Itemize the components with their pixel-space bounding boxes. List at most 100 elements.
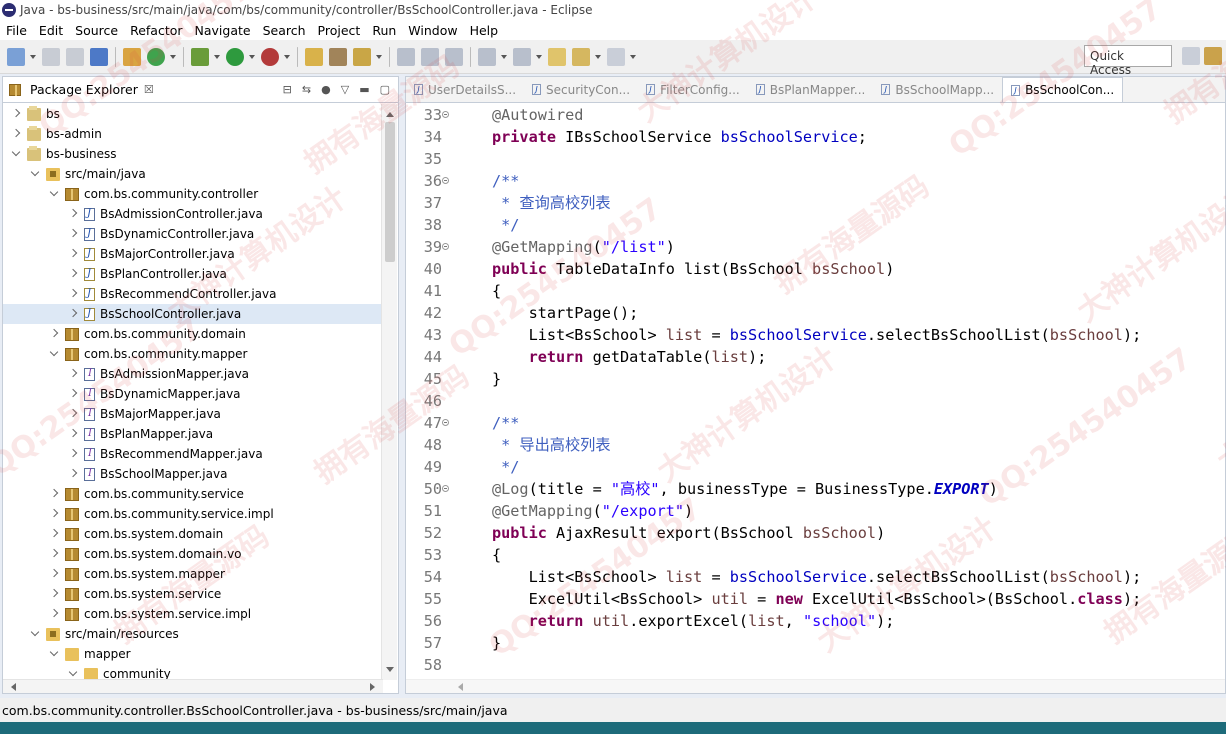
forward-icon[interactable] bbox=[607, 47, 625, 66]
chevron-right-icon[interactable] bbox=[49, 569, 59, 579]
console-icon[interactable] bbox=[90, 47, 108, 66]
menu-edit[interactable]: Edit bbox=[33, 23, 69, 38]
chevron-down-icon[interactable] bbox=[30, 629, 40, 639]
scroll-up-icon[interactable] bbox=[386, 108, 394, 117]
menu-help[interactable]: Help bbox=[464, 23, 505, 38]
code-line[interactable]: 38 */ bbox=[406, 214, 1225, 236]
build-icon[interactable] bbox=[123, 47, 141, 66]
code-area[interactable]: 33 @Autowired 34 private IBsSchoolService b… bbox=[406, 104, 1225, 680]
code-line[interactable]: 45} bbox=[406, 368, 1225, 390]
editor-tab[interactable]: J SecurityCon... bbox=[524, 77, 638, 102]
search-icon[interactable] bbox=[353, 47, 371, 66]
code-line[interactable]: 54 List<BsSchool> list = bsSchoolService… bbox=[406, 566, 1225, 588]
tree-item[interactable]: BsAdmissionController.java bbox=[3, 204, 383, 224]
code-line[interactable]: 55 ExcelUtil<BsSchool> util = new ExcelU… bbox=[406, 588, 1225, 610]
tree-item[interactable]: com.bs.system.service.impl bbox=[3, 604, 383, 624]
chevron-right-icon[interactable] bbox=[68, 449, 78, 459]
view-menu-icon[interactable]: ▽ bbox=[341, 83, 349, 96]
chevron-right-icon[interactable] bbox=[68, 369, 78, 379]
scroll-left-icon[interactable] bbox=[454, 683, 463, 691]
menu-file[interactable]: File bbox=[0, 23, 33, 38]
tree-item[interactable]: src/main/java bbox=[3, 164, 383, 184]
chevron-right-icon[interactable] bbox=[68, 469, 78, 479]
back-icon[interactable] bbox=[572, 47, 590, 66]
maximize-icon[interactable]: ▢ bbox=[380, 83, 390, 96]
code-line[interactable]: 44 return getDataTable(list); bbox=[406, 346, 1225, 368]
link-with-editor-icon[interactable]: ⇆ bbox=[302, 83, 311, 96]
code-line[interactable]: 49 */ bbox=[406, 456, 1225, 478]
tree-vertical-scrollbar[interactable] bbox=[381, 104, 397, 680]
chevron-down-icon[interactable] bbox=[49, 189, 59, 199]
menu-project[interactable]: Project bbox=[312, 23, 367, 38]
editor-tab[interactable]: J BsSchoolCon... bbox=[1002, 77, 1124, 102]
menu-window[interactable]: Window bbox=[402, 23, 463, 38]
forward-dropdown-icon[interactable] bbox=[630, 48, 637, 66]
tree-item[interactable]: BsRecommendController.java bbox=[3, 284, 383, 304]
code-line[interactable]: 53 { bbox=[406, 544, 1225, 566]
menu-refactor[interactable]: Refactor bbox=[124, 23, 188, 38]
chevron-down-icon[interactable] bbox=[49, 349, 59, 359]
next-edit-dropdown-icon[interactable] bbox=[501, 48, 508, 66]
menu-navigate[interactable]: Navigate bbox=[189, 23, 257, 38]
menu-run[interactable]: Run bbox=[366, 23, 402, 38]
minimize-icon[interactable]: ▬ bbox=[359, 83, 369, 96]
tree-item[interactable]: BsRecommendMapper.java bbox=[3, 444, 383, 464]
code-line[interactable]: 46 bbox=[406, 390, 1225, 412]
menu-source[interactable]: Source bbox=[69, 23, 124, 38]
java-perspective-icon[interactable] bbox=[1204, 47, 1222, 65]
run-icon[interactable] bbox=[226, 47, 244, 66]
chevron-right-icon[interactable] bbox=[49, 549, 59, 559]
code-line[interactable]: 57} bbox=[406, 632, 1225, 654]
code-line[interactable]: 41 { bbox=[406, 280, 1225, 302]
prev-edit-icon[interactable] bbox=[513, 47, 531, 66]
run-dropdown-icon[interactable] bbox=[249, 48, 256, 66]
editor-tab[interactable]: J BsSchoolMapp... bbox=[873, 77, 1002, 102]
chevron-right-icon[interactable] bbox=[49, 489, 59, 499]
code-line[interactable]: 58 bbox=[406, 654, 1225, 676]
tree-item[interactable]: com.bs.system.mapper bbox=[3, 564, 383, 584]
code-line[interactable]: 39 @GetMapping("/list") bbox=[406, 236, 1225, 258]
code-line[interactable]: 50 @Log(title = "高校", businessType = Busi… bbox=[406, 478, 1225, 500]
chevron-right-icon[interactable] bbox=[68, 429, 78, 439]
debug-dropdown-icon[interactable] bbox=[214, 48, 221, 66]
editor-tab[interactable]: J BsPlanMapper... bbox=[748, 77, 874, 102]
scroll-right-icon[interactable] bbox=[370, 683, 379, 691]
chevron-right-icon[interactable] bbox=[11, 129, 21, 139]
chevron-right-icon[interactable] bbox=[49, 329, 59, 339]
editor-tab[interactable]: J FilterConfig... bbox=[638, 77, 748, 102]
code-line[interactable]: 51 @GetMapping("/export") bbox=[406, 500, 1225, 522]
chevron-right-icon[interactable] bbox=[49, 589, 59, 599]
editor-horizontal-scrollbar[interactable] bbox=[406, 679, 1225, 693]
code-line[interactable]: 40 public TableDataInfo list(BsSchool bsS… bbox=[406, 258, 1225, 280]
code-line[interactable]: 37 * 查询高校列表 bbox=[406, 192, 1225, 214]
open-task-icon[interactable] bbox=[329, 47, 347, 66]
new-dropdown-icon[interactable] bbox=[30, 48, 37, 66]
chevron-right-icon[interactable] bbox=[68, 389, 78, 399]
chevron-right-icon[interactable] bbox=[11, 109, 21, 119]
tree-item[interactable]: BsSchoolMapper.java bbox=[3, 464, 383, 484]
tree-item[interactable]: com.bs.community.domain bbox=[3, 324, 383, 344]
chevron-right-icon[interactable] bbox=[68, 409, 78, 419]
toggle-mark-icon[interactable] bbox=[397, 47, 415, 66]
open-perspective-icon[interactable] bbox=[1182, 47, 1200, 65]
collapse-all-icon[interactable]: ⊟ bbox=[283, 83, 292, 96]
tree-item[interactable]: com.bs.system.service bbox=[3, 584, 383, 604]
code-line[interactable]: 56 return util.exportExcel(list, "school… bbox=[406, 610, 1225, 632]
tree-item[interactable]: bs-admin bbox=[3, 124, 383, 144]
package-explorer-tab[interactable]: Package Explorer ☒ ⊟ ⇆ ● ▽ ▬ ▢ bbox=[3, 77, 398, 103]
editor-tab[interactable]: J UserDetailsS... bbox=[406, 77, 524, 102]
chevron-right-icon[interactable] bbox=[68, 249, 78, 259]
next-annotation-icon[interactable] bbox=[421, 47, 439, 66]
chevron-right-icon[interactable] bbox=[68, 229, 78, 239]
focus-icon[interactable]: ● bbox=[321, 83, 331, 96]
scroll-thumb[interactable] bbox=[385, 122, 395, 262]
chevron-right-icon[interactable] bbox=[49, 529, 59, 539]
chevron-down-icon[interactable] bbox=[49, 649, 59, 659]
tree-item[interactable]: BsMajorMapper.java bbox=[3, 404, 383, 424]
tree-item[interactable]: com.bs.community.controller bbox=[3, 184, 383, 204]
prev-edit-dropdown-icon[interactable] bbox=[536, 48, 543, 66]
chevron-right-icon[interactable] bbox=[68, 269, 78, 279]
scroll-down-icon[interactable] bbox=[386, 667, 394, 676]
tree-item[interactable]: mapper bbox=[3, 644, 383, 664]
prev-annotation-icon[interactable] bbox=[445, 47, 463, 66]
